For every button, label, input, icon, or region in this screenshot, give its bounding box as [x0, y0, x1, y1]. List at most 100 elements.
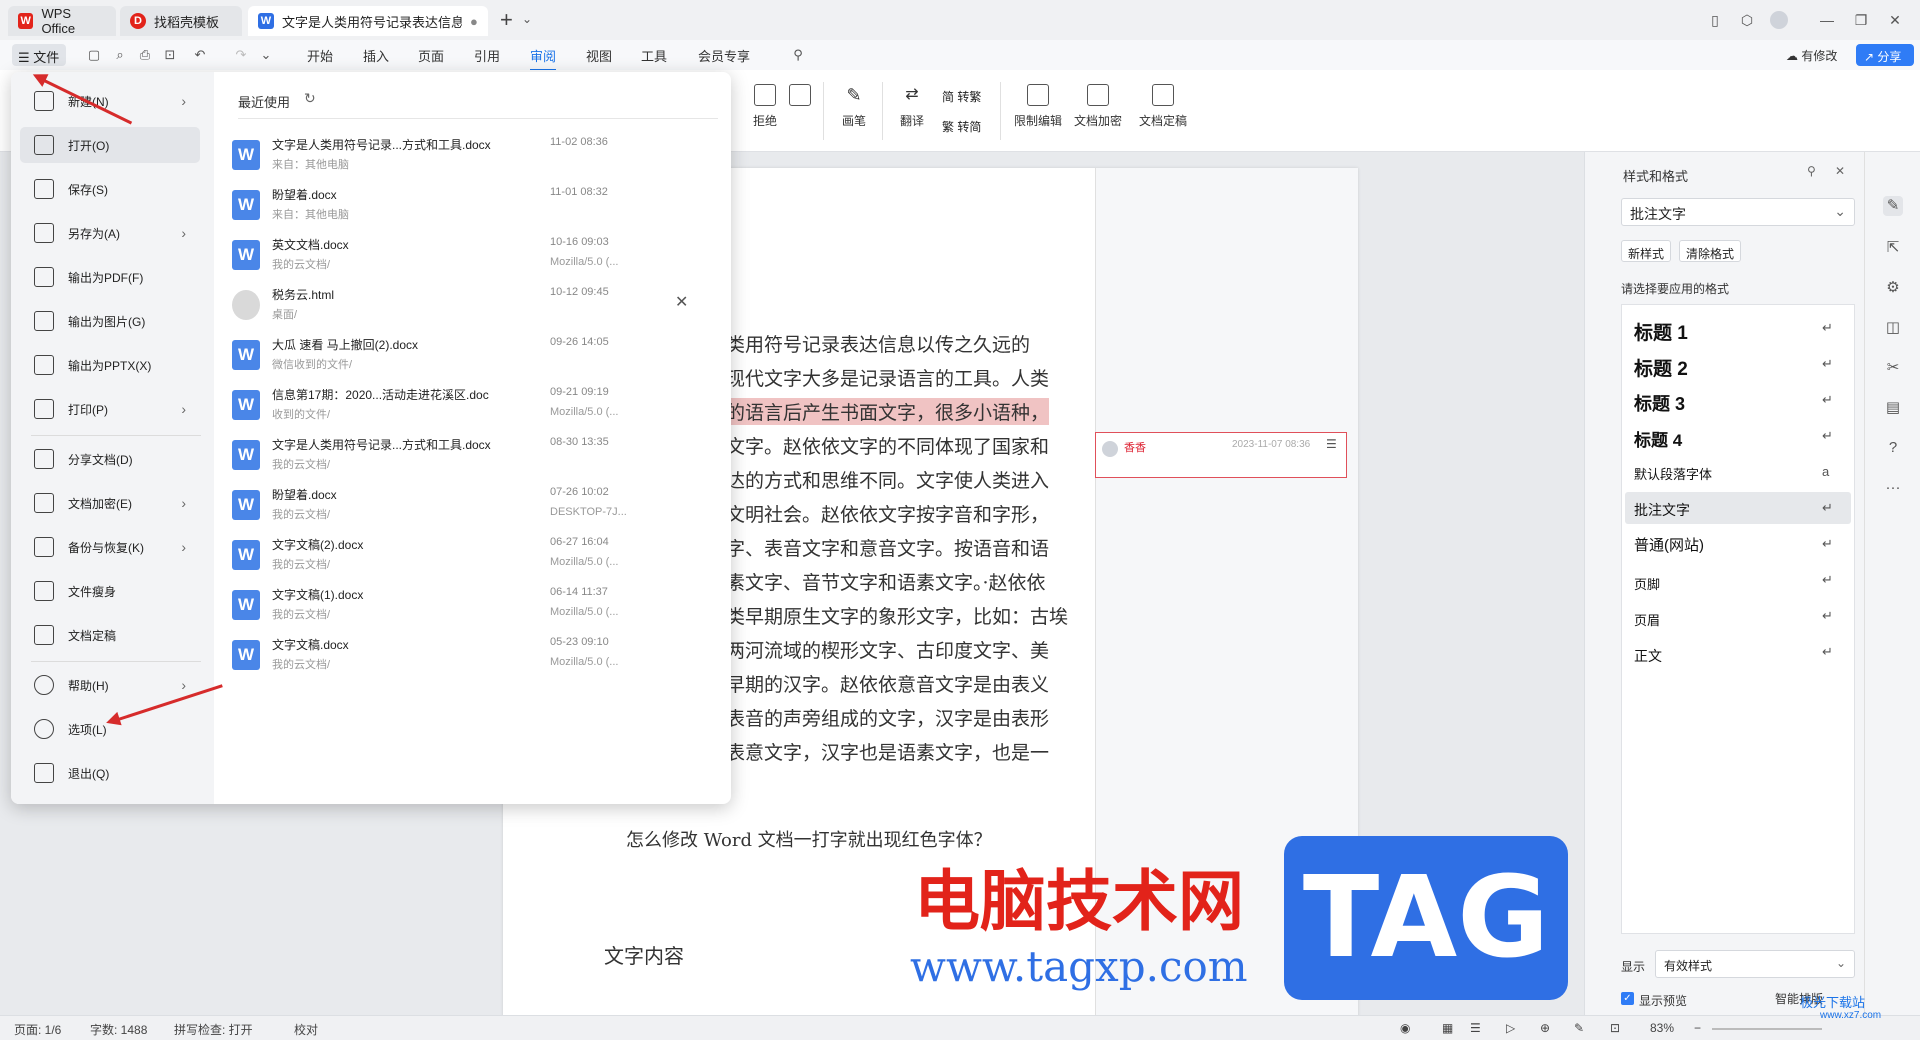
preview-checkbox[interactable]: ✓	[1621, 992, 1634, 1005]
file-export-pptx[interactable]: 输出为PPTX(X)	[20, 347, 200, 383]
tab-list-chevron-icon[interactable]: ⌄	[522, 12, 532, 26]
recent-file-row[interactable]: 税务云.html 桌面/ 10-12 09:45	[232, 286, 712, 332]
file-export-image[interactable]: 输出为图片(G)	[20, 303, 200, 339]
zoom-level[interactable]: 83%	[1650, 1021, 1674, 1035]
book-icon[interactable]: ▤	[1883, 398, 1903, 418]
close-panel-icon[interactable]: ✕	[1835, 164, 1845, 178]
shape-icon[interactable]: ◫	[1883, 318, 1903, 338]
file-backup[interactable]: 备份与恢复(K) ›	[20, 529, 200, 565]
page-count[interactable]: 页面: 1/6	[14, 1021, 61, 1038]
proofread[interactable]: 校对	[294, 1021, 318, 1038]
help-icon[interactable]: ?	[1883, 438, 1903, 458]
pen-button[interactable]: ✎ 画笔	[836, 84, 872, 129]
recent-file-row[interactable]: W 信息第17期：2020...活动走进花溪区.doc 收到的文件/ 09-21…	[232, 386, 712, 432]
more-icon[interactable]: ···	[1883, 478, 1903, 498]
spell-check[interactable]: 拼写检查: 打开	[174, 1021, 253, 1038]
save-icon[interactable]: ▢	[86, 47, 102, 63]
style-default-font[interactable]: 默认段落字体	[1634, 464, 1712, 483]
clear-format-button[interactable]: 清除格式	[1679, 240, 1742, 262]
select-icon[interactable]: ⇱	[1883, 238, 1903, 258]
changes-indicator[interactable]: ☁ 有修改	[1786, 47, 1837, 64]
pen-view-icon[interactable]: ✎	[1574, 1021, 1584, 1035]
tab-template[interactable]: D 找稻壳模板	[120, 6, 242, 36]
recent-file-row[interactable]: W 大瓜 速看 马上撤回(2).docx 微信收到的文件/ 09-26 14:0…	[232, 336, 712, 382]
current-style-select[interactable]: 批注文字 ⌄	[1621, 198, 1855, 226]
style-header[interactable]: 页眉	[1634, 610, 1660, 629]
next-change-button[interactable]	[788, 84, 812, 112]
style-heading-2[interactable]: 标题 2	[1634, 354, 1688, 381]
new-tab-button[interactable]: +	[500, 7, 513, 33]
file-encrypt[interactable]: 文档加密(E) ›	[20, 485, 200, 521]
eye-icon[interactable]: ◉	[1400, 1021, 1410, 1035]
to-traditional-button[interactable]: 简 转繁	[942, 88, 981, 105]
show-select[interactable]: 有效样式 ⌄	[1655, 950, 1855, 978]
file-open[interactable]: 打开(O)	[20, 127, 200, 163]
settings-sliders-icon[interactable]: ⚙	[1883, 278, 1903, 298]
recent-file-row[interactable]: W 文字文稿(1).docx 我的云文档/ 06-14 11:37 Mozill…	[232, 586, 712, 632]
tab-references[interactable]: 引用	[474, 46, 500, 65]
undo-icon[interactable]: ↶	[192, 47, 208, 63]
style-heading-3[interactable]: 标题 3	[1634, 390, 1685, 416]
zoom-out-icon[interactable]: −	[1694, 1021, 1701, 1035]
style-normal-web[interactable]: 普通(网站)	[1634, 534, 1704, 555]
more-chevron-icon[interactable]: ⌄	[258, 47, 274, 63]
styles-pen-icon[interactable]: ✎	[1883, 196, 1903, 216]
file-save-as[interactable]: 另存为(A) ›	[20, 215, 200, 251]
translate-button[interactable]: ⇄ 翻译	[894, 84, 930, 129]
refresh-icon[interactable]: ↻	[304, 90, 316, 107]
web-view-icon[interactable]: ⊕	[1540, 1021, 1550, 1035]
style-comment-text[interactable]: 批注文字	[1634, 500, 1690, 520]
cube-icon[interactable]: ⬡	[1738, 11, 1756, 29]
restore-icon[interactable]: ❐	[1852, 11, 1870, 29]
style-heading-1[interactable]: 标题 1	[1634, 318, 1688, 345]
comment-menu-icon[interactable]: ☰	[1326, 437, 1337, 451]
print-icon[interactable]: ⎙	[137, 47, 153, 63]
tab-member[interactable]: 会员专享	[698, 46, 750, 65]
search-icon[interactable]: ⚲	[790, 47, 806, 63]
tab-view[interactable]: 视图	[586, 46, 612, 65]
avatar[interactable]	[1770, 11, 1788, 29]
preview-icon[interactable]: ⊡	[162, 47, 178, 63]
recent-file-row[interactable]: W 文字文稿.docx 我的云文档/ 05-23 09:10 Mozilla/5…	[232, 636, 712, 682]
tab-document[interactable]: W 文字是人类用符号记录表达信息以 ●	[248, 6, 488, 36]
tab-wps-office[interactable]: W WPS Office	[8, 6, 116, 36]
link-icon[interactable]: ⌕	[112, 47, 128, 63]
tools-icon[interactable]: ✂	[1883, 358, 1903, 378]
file-help[interactable]: 帮助(H) ›	[20, 667, 200, 703]
comment-box[interactable]: 香香 2023-11-07 08:36 ☰	[1095, 432, 1347, 478]
new-style-button[interactable]: 新样式	[1621, 240, 1672, 262]
recent-file-row[interactable]: W 盼望着.docx 我的云文档/ 07-26 10:02 DESKTOP-7J…	[232, 486, 712, 532]
zoom-slider[interactable]	[1712, 1028, 1822, 1030]
tab-page[interactable]: 页面	[418, 46, 444, 65]
finalize-button[interactable]: 文档定稿	[1132, 84, 1194, 129]
tab-home[interactable]: 开始	[307, 46, 333, 65]
word-count[interactable]: 字数: 1488	[90, 1021, 147, 1038]
page-view-icon[interactable]: ▦	[1442, 1021, 1453, 1035]
file-menu-button[interactable]: ☰ 文件	[12, 44, 66, 66]
file-export-pdf[interactable]: 输出为PDF(F)	[20, 259, 200, 295]
restrict-edit-button[interactable]: 限制编辑	[1012, 84, 1064, 129]
tab-insert[interactable]: 插入	[363, 46, 389, 65]
play-icon[interactable]: ▷	[1506, 1021, 1515, 1035]
close-tab-icon[interactable]: ●	[470, 14, 478, 29]
tab-review[interactable]: 审阅	[530, 46, 557, 71]
tab-tools[interactable]: 工具	[641, 46, 667, 65]
reject-button[interactable]: 拒绝	[748, 84, 782, 129]
pin-icon[interactable]: ⚲	[1807, 164, 1816, 178]
file-finalize[interactable]: 文档定稿	[20, 617, 200, 653]
close-window-icon[interactable]: ✕	[1886, 11, 1904, 29]
recent-file-row[interactable]: W 英文文档.docx 我的云文档/ 10-16 09:03 Mozilla/5…	[232, 236, 712, 282]
file-share[interactable]: 分享文档(D)	[20, 441, 200, 477]
file-save[interactable]: 保存(S)	[20, 171, 200, 207]
minimize-icon[interactable]: —	[1818, 11, 1836, 29]
share-button[interactable]: ↗ 分享	[1856, 44, 1914, 66]
recent-file-row[interactable]: W 盼望着.docx 来自：其他电脑 11-01 08:32	[232, 186, 712, 232]
style-heading-4[interactable]: 标题 4	[1634, 426, 1682, 451]
layout-icon[interactable]: ▯	[1706, 11, 1724, 29]
encrypt-button[interactable]: 文档加密	[1072, 84, 1124, 129]
redo-icon[interactable]: ↷	[233, 47, 249, 63]
file-print[interactable]: 打印(P) ›	[20, 391, 200, 427]
recent-file-row[interactable]: W 文字是人类用符号记录...方式和工具.docx 来自：其他电脑 11-02 …	[232, 136, 712, 182]
fit-icon[interactable]: ⊡	[1610, 1021, 1620, 1035]
style-body[interactable]: 正文	[1634, 646, 1662, 666]
